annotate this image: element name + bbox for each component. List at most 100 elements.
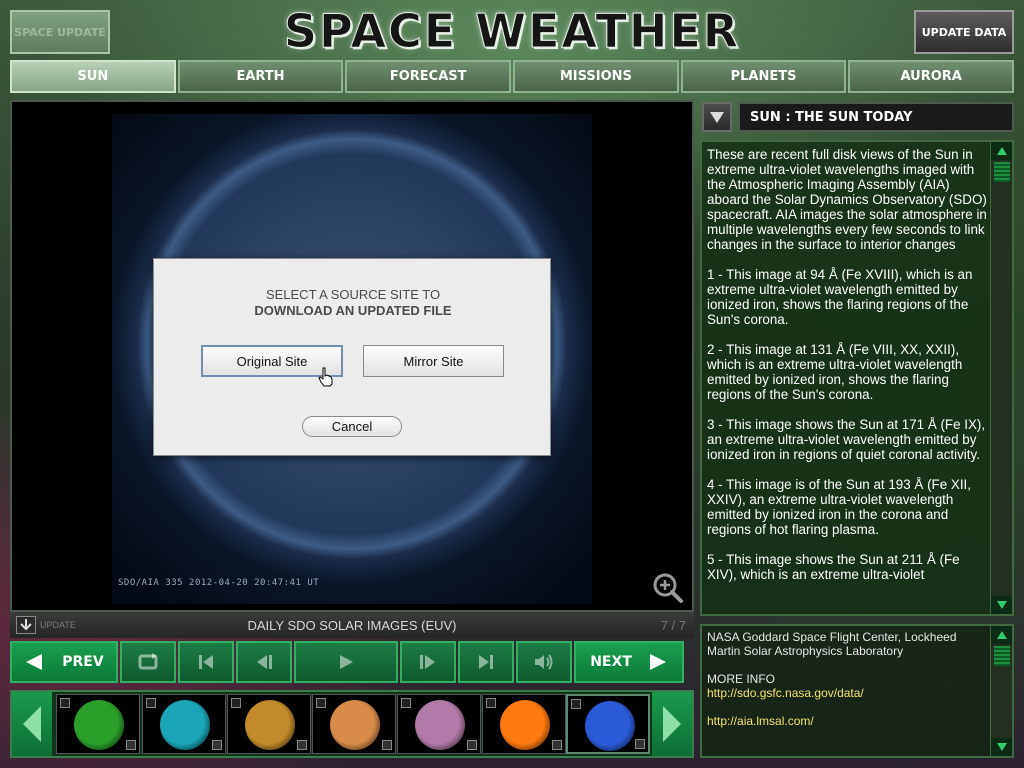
thumbnail-1[interactable] [56, 694, 140, 754]
loop-button[interactable] [120, 641, 176, 683]
space-update-button[interactable]: SPACE UPDATE [10, 10, 110, 54]
skip-start-icon [199, 655, 213, 669]
download-icon[interactable] [486, 698, 496, 708]
arrow-right-icon [663, 706, 681, 742]
thumbnail-4[interactable] [312, 694, 396, 754]
zoom-icon[interactable] [652, 572, 684, 604]
next-label: NEXT [590, 654, 632, 670]
thumbnail-3[interactable] [227, 694, 311, 754]
triangle-down-icon [710, 112, 724, 123]
sun-thumbnail-image [500, 700, 550, 750]
panel-menu-button[interactable] [702, 102, 732, 132]
scroll-up-icon[interactable] [991, 142, 1012, 160]
play-icon [340, 655, 353, 669]
description-text: These are recent full disk views of the … [707, 147, 989, 597]
tab-missions[interactable]: MISSIONS [513, 60, 679, 93]
tab-earth[interactable]: EARTH [177, 60, 344, 93]
transport-controls: PREV NEXT [10, 641, 694, 683]
thumbnail-2[interactable] [142, 694, 226, 754]
description-paragraph: These are recent full disk views of the … [707, 147, 987, 252]
description-scrollbar[interactable] [990, 142, 1012, 614]
thumbnail-strip [10, 690, 694, 758]
step-forward-button[interactable] [400, 641, 456, 683]
scroll-thumb[interactable] [994, 646, 1010, 666]
thumbnail-6[interactable] [482, 694, 566, 754]
thumbs-prev-button[interactable] [12, 692, 52, 756]
download-icon[interactable] [401, 698, 411, 708]
scroll-up-icon[interactable] [991, 626, 1012, 644]
lock-icon [126, 740, 136, 750]
description-paragraph: 4 - This image is of the Sun at 193 Å (F… [707, 477, 971, 537]
description-paragraph: 1 - This image at 94 Å (Fe XVIII), which… [707, 267, 973, 327]
tab-planets[interactable]: PLANETS [680, 60, 847, 93]
panel-title: SUN : THE SUN TODAY [738, 102, 1014, 132]
arrow-left-icon [26, 654, 43, 670]
arrow-right-icon [649, 654, 666, 670]
more-info-label: MORE INFO [707, 672, 775, 686]
credit-line: NASA Goddard Space Flight Center, Lockhe… [707, 630, 957, 658]
next-button[interactable]: NEXT [574, 641, 684, 683]
download-icon[interactable] [571, 699, 581, 709]
thumbnail-5[interactable] [397, 694, 481, 754]
image-caption: DAILY SDO SOLAR IMAGES (EUV) [247, 618, 457, 633]
aia-link[interactable]: http://aia.lmsal.com/ [707, 714, 989, 728]
download-icon[interactable] [60, 698, 70, 708]
lock-icon [467, 740, 477, 750]
sun-thumbnail-image [160, 700, 210, 750]
loop-icon [138, 653, 158, 670]
step-back-button[interactable] [236, 641, 292, 683]
last-frame-button[interactable] [458, 641, 514, 683]
source-site-dialog: SELECT A SOURCE SITE TO DOWNLOAD AN UPDA… [153, 258, 551, 456]
credits-scrollbar[interactable] [990, 626, 1012, 756]
mirror-site-button[interactable]: Mirror Site [363, 345, 504, 377]
step-forward-icon [420, 655, 435, 669]
play-button[interactable] [294, 641, 398, 683]
credits-text: NASA Goddard Space Flight Center, Lockhe… [707, 630, 989, 728]
main-tabs: SUN EARTH FORECAST MISSIONS PLANETS AURO… [10, 60, 1015, 93]
dialog-message-line1: SELECT A SOURCE SITE TO [265, 287, 441, 302]
download-icon[interactable] [146, 698, 156, 708]
sound-button[interactable] [516, 641, 572, 683]
thumbs-next-button[interactable] [652, 692, 692, 756]
download-icon[interactable] [231, 698, 241, 708]
caption-bar: UPDATE DAILY SDO SOLAR IMAGES (EUV) 7 / … [10, 612, 694, 638]
skip-end-icon [479, 655, 493, 669]
update-data-button[interactable]: UPDATE DATA [914, 10, 1014, 54]
lock-icon [212, 740, 222, 750]
arrow-left-icon [23, 706, 41, 742]
scroll-thumb[interactable] [994, 162, 1010, 182]
image-counter: 7 / 7 [660, 618, 686, 633]
credits-panel[interactable]: NASA Goddard Space Flight Center, Lockhe… [700, 624, 1014, 758]
scroll-down-icon[interactable] [991, 738, 1012, 756]
prev-button[interactable]: PREV [10, 641, 118, 683]
thumbnail-7[interactable] [566, 694, 650, 754]
description-paragraph: 3 - This image shows the Sun at 171 Å (F… [707, 417, 986, 462]
app-title: SPACE WEATHER [283, 4, 741, 59]
tab-sun[interactable]: SUN [10, 60, 176, 93]
lock-icon [635, 739, 645, 749]
description-paragraph: 2 - This image at 131 Å (Fe VIII, XX, XX… [707, 342, 963, 402]
description-paragraph: 5 - This image shows the Sun at 211 Å (F… [707, 552, 960, 582]
sun-thumbnail-image [74, 700, 124, 750]
description-panel[interactable]: These are recent full disk views of the … [700, 140, 1014, 616]
first-frame-button[interactable] [178, 641, 234, 683]
prev-label: PREV [62, 654, 104, 670]
image-timestamp: SDO/AIA 335 2012-04-20 20:47:41 UT [118, 578, 320, 588]
dialog-message-line2: DOWNLOAD AN UPDATED FILE [254, 303, 452, 318]
sun-thumbnail-image [245, 700, 295, 750]
cancel-button[interactable]: Cancel [302, 416, 402, 437]
tab-aurora[interactable]: AURORA [848, 60, 1015, 93]
sun-thumbnail-image [330, 700, 380, 750]
sdo-link[interactable]: http://sdo.gsfc.nasa.gov/data/ [707, 686, 989, 700]
tab-forecast[interactable]: FORECAST [345, 60, 512, 93]
speaker-icon [535, 654, 553, 670]
lock-icon [552, 740, 562, 750]
hand-cursor-icon [318, 367, 333, 387]
step-back-icon [257, 655, 272, 669]
sun-thumbnail-image [415, 700, 465, 750]
download-icon[interactable] [316, 698, 326, 708]
lock-icon [382, 740, 392, 750]
scroll-down-icon[interactable] [991, 596, 1012, 614]
lock-icon [297, 740, 307, 750]
